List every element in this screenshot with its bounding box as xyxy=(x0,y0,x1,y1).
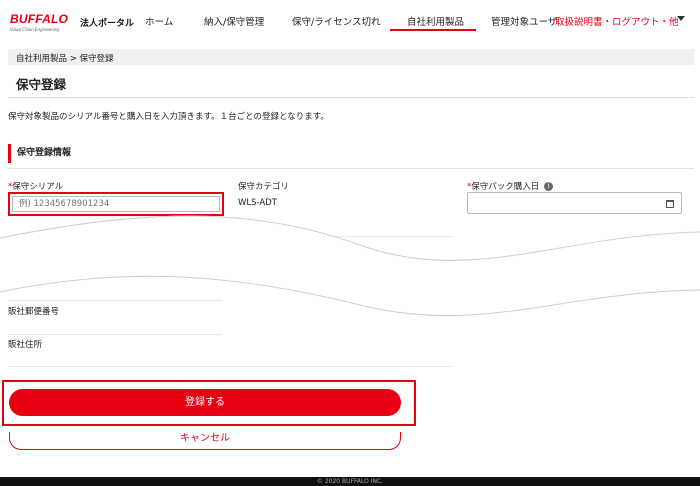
logo-tagline: Value Chain Engineering xyxy=(10,27,60,32)
nav-own-products[interactable]: 自社利用製品 xyxy=(407,14,464,28)
breadcrumb[interactable]: 自社利用製品 > 保守登録 xyxy=(8,49,694,65)
page-description: 保守対象製品のシリアル番号と購入日を入力頂きます。１台ごとの登録となります。 xyxy=(8,112,329,122)
nav-managed-users[interactable]: 管理対象ユーザ xyxy=(491,14,557,28)
category-value: WLS-ADT xyxy=(238,198,277,208)
serial-label: *保守シリアル xyxy=(8,180,63,192)
field-divider xyxy=(8,334,222,335)
dealer-fax-label: 販社FAX xyxy=(240,274,273,284)
purchase-date-label-text: 保守パック購入日 xyxy=(471,182,540,192)
logo-text: BUFFALO xyxy=(10,12,69,26)
cancel-button[interactable]: キャンセル xyxy=(9,432,401,450)
nav-license-expired[interactable]: 保守/ライセンス切れ xyxy=(292,14,381,28)
serial-input[interactable] xyxy=(12,196,220,212)
chevron-down-icon[interactable] xyxy=(677,16,685,21)
category-label: 保守カテゴリ xyxy=(238,182,290,192)
section-title-maintenance-info: 保守登録情報 xyxy=(8,144,71,163)
title-divider xyxy=(8,97,694,98)
field-divider xyxy=(238,236,452,237)
field-divider xyxy=(8,300,222,301)
field-divider xyxy=(8,270,222,271)
field-divider xyxy=(8,366,452,367)
nav-home[interactable]: ホーム xyxy=(145,14,173,28)
active-tab-indicator xyxy=(390,29,476,31)
serial-highlight-frame xyxy=(8,192,224,216)
purchase-date-input[interactable] xyxy=(467,192,682,214)
nav-delivery-maintenance[interactable]: 納入/保守管理 xyxy=(204,14,264,28)
page-title: 保守登録 xyxy=(16,77,67,92)
section-divider xyxy=(8,168,694,169)
info-icon[interactable]: i xyxy=(544,182,554,191)
footer-copyright: © 2020 BUFFALO INC. xyxy=(0,477,700,486)
dealer-tel-label: 販社TEL xyxy=(8,274,41,284)
buffalo-logo[interactable]: BUFFALO Value Chain Engineering xyxy=(10,12,68,32)
section-marker-dealer xyxy=(8,238,11,256)
register-button[interactable]: 登録する xyxy=(9,389,401,416)
nav-manual-logout-other[interactable]: 取扱説明書・ログアウト・他 xyxy=(555,14,679,28)
purchase-date-label: *保守パック購入日 i xyxy=(467,180,554,192)
site-header: BUFFALO Value Chain Engineering 法人ポータル ホ… xyxy=(0,0,700,40)
serial-label-text: 保守シリアル xyxy=(12,182,64,192)
dealer-address-label: 販社住所 xyxy=(8,340,43,350)
dealer-zip-label: 販社郵便番号 xyxy=(8,307,60,317)
calendar-icon[interactable] xyxy=(666,200,674,208)
portal-label: 法人ポータル xyxy=(80,19,135,29)
